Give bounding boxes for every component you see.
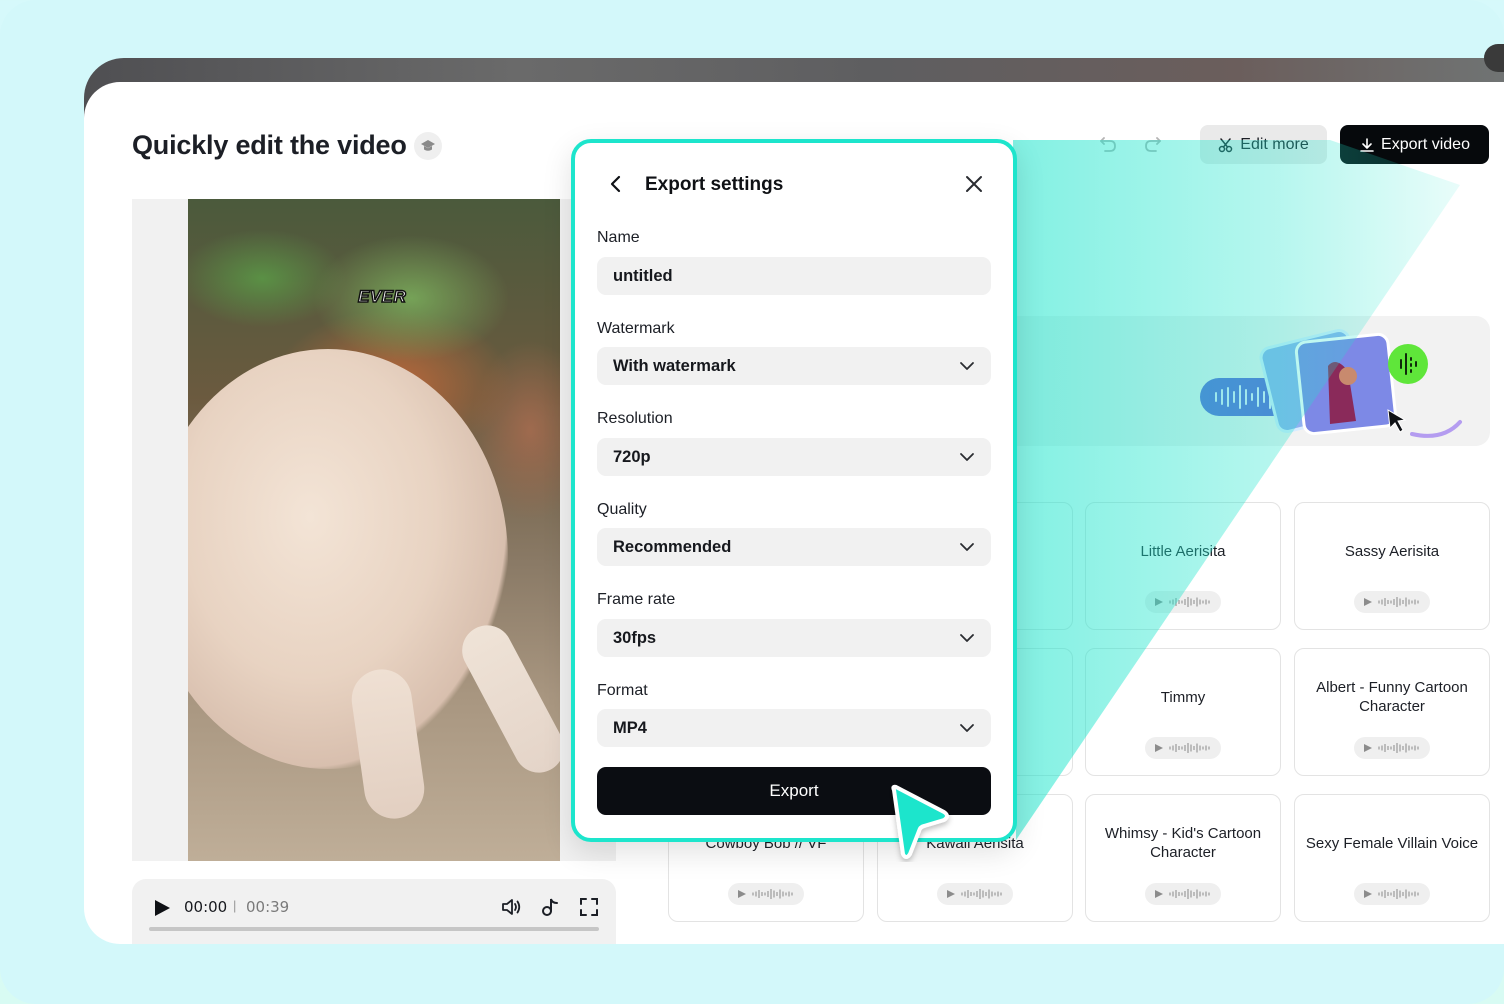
undo-icon[interactable] <box>1098 134 1118 154</box>
frame-rate-value: 30fps <box>613 628 657 647</box>
watermark-select[interactable]: With watermark <box>597 347 991 385</box>
format-select[interactable]: MP4 <box>597 709 991 747</box>
decorative-swoosh <box>1410 420 1462 438</box>
scissors-icon <box>1219 137 1233 152</box>
play-icon <box>1364 598 1372 606</box>
waveform-icon <box>1169 597 1210 607</box>
voice-card[interactable]: Timmy <box>1085 648 1281 776</box>
voice-preview-button[interactable] <box>937 883 1013 905</box>
waveform-icon <box>1169 743 1210 753</box>
window-close-button[interactable] <box>1484 44 1504 72</box>
waveform-icon <box>961 889 1002 899</box>
video-content-dog <box>188 349 508 769</box>
fullscreen-icon[interactable] <box>578 896 600 918</box>
play-icon <box>1155 890 1163 898</box>
resolution-value: 720p <box>613 447 651 466</box>
tiktok-icon[interactable] <box>539 896 561 918</box>
export-settings-modal: Export settings Name Watermark With wate… <box>571 139 1017 842</box>
format-label: Format <box>597 682 648 699</box>
voice-card[interactable]: Sexy Female Villain Voice <box>1294 794 1490 922</box>
waveform-icon <box>1378 889 1419 899</box>
mic-badge <box>1388 344 1428 384</box>
banner-illustration <box>1200 329 1462 438</box>
edit-more-button[interactable]: Edit more <box>1200 125 1327 164</box>
voice-preview-button[interactable] <box>728 883 804 905</box>
voice-preview-button[interactable] <box>1354 737 1430 759</box>
voice-card[interactable]: Sassy Aerisita <box>1294 502 1490 630</box>
watermark-value: With watermark <box>613 356 736 375</box>
back-chevron-icon[interactable] <box>605 173 627 195</box>
voice-name: Sassy Aerisita <box>1344 542 1440 560</box>
resolution-select[interactable]: 720p <box>597 438 991 476</box>
quality-select[interactable]: Recommended <box>597 528 991 566</box>
edit-more-label: Edit more <box>1240 135 1309 153</box>
video-caption: EVER <box>357 286 407 307</box>
voice-card[interactable]: Whimsy - Kid's Cartoon Character <box>1085 794 1281 922</box>
cursor-pointer-icon <box>891 784 949 859</box>
download-icon <box>1360 137 1374 152</box>
video-progress-bar[interactable] <box>149 927 599 931</box>
play-icon[interactable] <box>152 899 172 917</box>
voice-preview-button[interactable] <box>1145 737 1221 759</box>
current-time: 00:00 <box>184 898 228 916</box>
waveform-icon <box>1378 743 1419 753</box>
redo-icon[interactable] <box>1143 134 1163 154</box>
voice-preview-button[interactable] <box>1145 591 1221 613</box>
modal-title: Export settings <box>645 174 784 195</box>
tutorial-badge[interactable] <box>414 132 442 160</box>
graduation-cap-icon <box>421 140 435 151</box>
page-title: Quickly edit the video <box>132 130 407 160</box>
export-video-label: Export video <box>1381 135 1470 153</box>
voice-name: Timmy <box>1160 688 1206 706</box>
chevron-down-icon <box>960 724 974 732</box>
chevron-down-icon <box>960 362 974 370</box>
play-icon <box>1155 744 1163 752</box>
quality-label: Quality <box>597 501 647 518</box>
total-time: 00:39 <box>246 898 290 916</box>
voice-preview-button[interactable] <box>1145 883 1221 905</box>
name-label: Name <box>597 229 640 246</box>
volume-icon[interactable] <box>500 896 522 918</box>
voice-name: Sexy Female Villain Voice <box>1305 834 1479 852</box>
voice-name: Albert - Funny Cartoon Character <box>1316 679 1468 715</box>
voice-preview-button[interactable] <box>1354 883 1430 905</box>
chevron-down-icon <box>960 453 974 461</box>
name-input[interactable] <box>597 257 991 295</box>
time-separator: | <box>233 898 237 913</box>
video-content-dog-leg <box>453 616 560 782</box>
export-video-button[interactable]: Export video <box>1340 125 1489 164</box>
waveform-icon <box>1378 597 1419 607</box>
format-value: MP4 <box>613 718 647 737</box>
play-icon <box>1364 890 1372 898</box>
voice-name: Whimsy - Kid's Cartoon Character <box>1104 825 1262 861</box>
chevron-down-icon <box>960 543 974 551</box>
voice-card[interactable]: Little Aerisita <box>1085 502 1281 630</box>
voice-preview-button[interactable] <box>1354 591 1430 613</box>
video-frame[interactable]: EVER <box>188 199 560 861</box>
play-icon <box>947 890 955 898</box>
resolution-label: Resolution <box>597 410 673 427</box>
frame-rate-label: Frame rate <box>597 591 676 608</box>
voice-card[interactable]: Albert - Funny Cartoon Character <box>1294 648 1490 776</box>
waveform-icon <box>1169 889 1210 899</box>
chevron-down-icon <box>960 634 974 642</box>
play-icon <box>738 890 746 898</box>
close-icon[interactable] <box>963 173 985 195</box>
frame-rate-select[interactable]: 30fps <box>597 619 991 657</box>
video-player-controls: 00:00 | 00:39 <box>132 879 616 944</box>
video-preview-area: EVER <box>132 199 616 861</box>
quality-value: Recommended <box>613 537 732 556</box>
play-icon <box>1364 744 1372 752</box>
watermark-label: Watermark <box>597 320 675 337</box>
voice-name: Little Aerisita <box>1140 542 1226 560</box>
waveform-icon <box>752 889 793 899</box>
play-icon <box>1155 598 1163 606</box>
